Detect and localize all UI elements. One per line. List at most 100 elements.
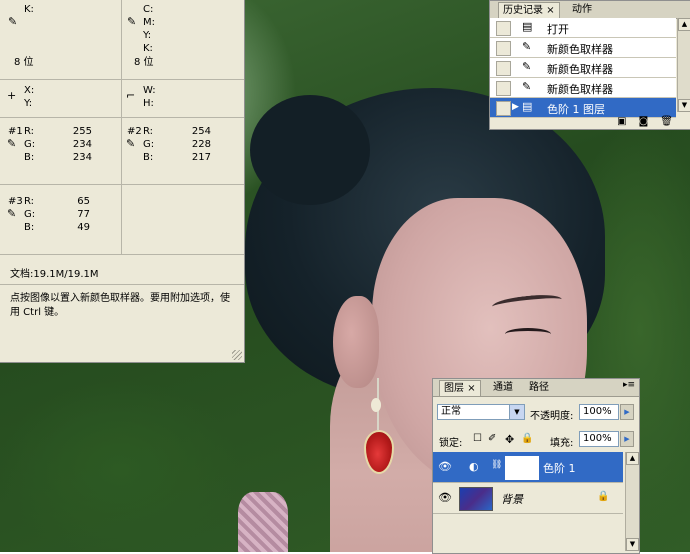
- sampler-2-r: 254: [191, 126, 211, 137]
- history-scrollbar[interactable]: ▲ ▼: [677, 18, 690, 112]
- history-item[interactable]: ✎ 新颜色取样器: [490, 78, 676, 98]
- eyedropper-icon: ✎: [522, 60, 532, 73]
- layer-mask-thumbnail[interactable]: [505, 456, 539, 480]
- eye-icon[interactable]: 👁: [436, 458, 454, 476]
- trash-icon[interactable]: 🗑: [660, 116, 673, 127]
- history-snapshot-checkbox[interactable]: [496, 41, 511, 56]
- history-snapshot-checkbox[interactable]: [496, 61, 511, 76]
- history-footer: ▣ ◙ 🗑: [617, 116, 673, 127]
- earring-bead: [371, 398, 381, 412]
- fill-input[interactable]: 100%: [579, 431, 619, 447]
- fill-slider-button[interactable]: ▶: [620, 431, 634, 447]
- k-label: K:: [143, 43, 153, 54]
- layer-name: 色阶 1: [543, 462, 576, 475]
- b-label: B:: [143, 152, 154, 163]
- chain-link-icon[interactable]: ⛓: [491, 460, 502, 470]
- info-position-section: [0, 79, 244, 118]
- dress-region: [238, 492, 288, 552]
- sampler-3-r: 65: [77, 196, 90, 207]
- info-divider: [121, 185, 122, 254]
- layer-row-levels[interactable]: 👁 ◐ ⛓ 色阶 1: [433, 452, 623, 483]
- tab-channels[interactable]: 通道: [489, 380, 517, 395]
- k-label-left: K:: [24, 4, 34, 15]
- close-icon[interactable]: ×: [467, 383, 475, 394]
- tab-layers[interactable]: 图层 ×: [439, 380, 481, 396]
- layers-scrollbar[interactable]: ▲ ▼: [625, 452, 639, 551]
- g-label: G:: [24, 139, 36, 150]
- opacity-input[interactable]: 100%: [579, 404, 619, 420]
- opacity-slider-button[interactable]: ▶: [620, 404, 634, 420]
- tab-paths-label: 路径: [529, 382, 549, 393]
- eyedropper-icon[interactable]: ✎: [7, 208, 16, 220]
- eyedropper-icon[interactable]: ✎: [8, 16, 17, 28]
- b-label: B:: [24, 222, 35, 233]
- history-panel: 历史记录 × 动作 ▤ 打开 ✎ 新颜色取样器 ✎ 新颜色取样器 ✎ 新颜色取样…: [489, 0, 690, 130]
- marquee-icon: ⌐: [126, 89, 136, 102]
- eye-icon[interactable]: 👁: [436, 489, 454, 507]
- close-icon[interactable]: ×: [546, 5, 554, 16]
- crosshair-icon: +: [7, 89, 17, 102]
- adjustment-layer-icon: ◐: [469, 460, 479, 473]
- tab-layers-label: 图层: [444, 383, 464, 394]
- history-item[interactable]: ✎ 新颜色取样器: [490, 58, 676, 78]
- hair-bun-region: [250, 95, 370, 205]
- history-snapshot-checkbox[interactable]: [496, 81, 511, 96]
- info-divider: [121, 80, 122, 117]
- eyedropper-icon: ✎: [522, 40, 532, 53]
- new-document-from-state-icon[interactable]: ▣: [617, 116, 626, 127]
- layer-thumbnail[interactable]: [459, 487, 493, 511]
- r-label: R:: [24, 196, 35, 207]
- history-item-label: 新颜色取样器: [547, 43, 613, 56]
- y-label: Y:: [24, 98, 33, 109]
- history-snapshot-checkbox[interactable]: [496, 101, 511, 116]
- history-item-label: 新颜色取样器: [547, 83, 613, 96]
- scroll-down-button[interactable]: ▼: [626, 538, 639, 551]
- x-label: X:: [24, 85, 35, 96]
- lock-position-icon[interactable]: ✥: [505, 433, 514, 446]
- info-divider: [121, 118, 122, 184]
- history-item[interactable]: ▤ 打开: [490, 18, 676, 38]
- r-label: R:: [143, 126, 154, 137]
- scroll-down-button[interactable]: ▼: [678, 99, 690, 112]
- history-item-label: 打开: [547, 23, 569, 36]
- scroll-up-button[interactable]: ▲: [678, 18, 690, 31]
- tab-history[interactable]: 历史记录 ×: [498, 2, 560, 18]
- ear-region: [333, 296, 379, 388]
- w-label: W:: [143, 85, 156, 96]
- panel-menu-icon[interactable]: ▸≡: [623, 380, 635, 390]
- eyedropper-icon[interactable]: ✎: [7, 138, 16, 150]
- scroll-up-button[interactable]: ▲: [626, 452, 639, 465]
- history-snapshot-checkbox[interactable]: [496, 21, 511, 36]
- layers-panel: 图层 × 通道 路径 ▸≡ 正常 ▼ 不透明度: 100% ▶ 锁定: ☐ ✐ …: [432, 378, 640, 554]
- g-label: G:: [24, 209, 36, 220]
- lock-all-icon[interactable]: 🔒: [521, 433, 533, 444]
- tab-history-label: 历史记录: [503, 5, 543, 16]
- lock-label: 锁定:: [439, 438, 463, 449]
- blend-mode-select[interactable]: 正常 ▼: [437, 404, 525, 420]
- c-label: C:: [143, 4, 154, 15]
- b-label: B:: [24, 152, 35, 163]
- chevron-down-icon[interactable]: ▼: [509, 405, 524, 419]
- resize-grip[interactable]: [232, 350, 242, 360]
- eye: [505, 328, 551, 340]
- sampler-1-g: 234: [72, 139, 92, 150]
- document-icon: ▤: [522, 20, 533, 33]
- history-item-selected[interactable]: ▶ ▤ 色阶 1 图层: [490, 98, 676, 118]
- tab-actions[interactable]: 动作: [568, 2, 596, 17]
- eyedropper-icon[interactable]: ✎: [126, 138, 135, 150]
- lock-transparent-icon[interactable]: ☐: [473, 433, 482, 444]
- sampler-3-b: 49: [77, 222, 90, 233]
- tab-paths[interactable]: 路径: [525, 380, 553, 395]
- blend-mode-value: 正常: [441, 406, 461, 417]
- info-sampler3-section: [0, 184, 244, 255]
- layer-row-background[interactable]: 👁 背景 🔒: [433, 483, 623, 514]
- info-divider: [121, 0, 122, 79]
- history-item[interactable]: ✎ 新颜色取样器: [490, 38, 676, 58]
- tab-actions-label: 动作: [572, 4, 592, 15]
- lock-image-icon[interactable]: ✐: [488, 433, 496, 444]
- new-snapshot-icon[interactable]: ◙: [639, 116, 649, 127]
- sampler-2-g: 228: [191, 139, 211, 150]
- document-size: 文档:19.1M/19.1M: [10, 269, 99, 280]
- tab-channels-label: 通道: [493, 382, 513, 393]
- eyedropper-icon[interactable]: ✎: [127, 16, 136, 28]
